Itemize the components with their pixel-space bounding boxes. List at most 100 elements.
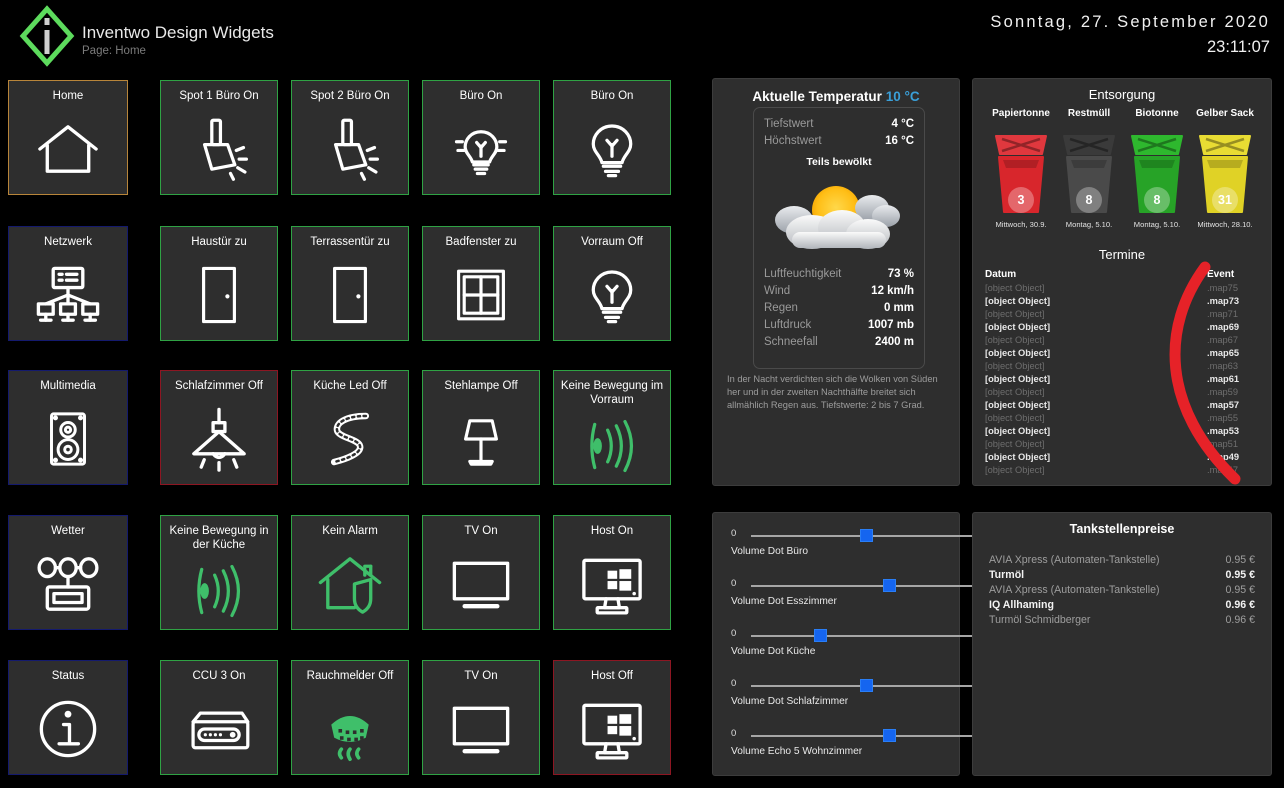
device-tile[interactable]: Büro On <box>422 80 540 195</box>
device-tile[interactable]: Host On <box>553 515 671 630</box>
termine-row-date: [object Object] <box>985 400 1051 410</box>
device-tile[interactable]: Kein Alarm <box>291 515 409 630</box>
fuel-price-row: AVIA Xpress (Automaten-Tankstelle) 0.95 … <box>973 553 1271 568</box>
weather-metric-label: Luftfeuchtigkeit <box>764 268 842 280</box>
slider-handle[interactable] <box>860 529 873 542</box>
device-tile[interactable]: Terrassentür zu <box>291 226 409 341</box>
device-tile[interactable]: Keine Bewegung in der Küche <box>160 515 278 630</box>
slider-label: Volume Dot Büro <box>731 546 809 557</box>
header-bar: Inventwo Design Widgets Page: Home Sonnt… <box>0 0 1284 70</box>
weather-high-value: 16 °C <box>885 135 914 147</box>
slider-track-row[interactable]: 0 100 <box>731 527 1007 543</box>
device-tile[interactable]: Spot 1 Büro On <box>160 80 278 195</box>
sidebar-item-netzwerk[interactable]: Netzwerk <box>8 226 128 341</box>
termine-row: [object Object] .map65 <box>973 347 1271 360</box>
weather-metric-label: Luftdruck <box>764 319 812 331</box>
termine-row-date: [object Object] <box>985 296 1051 306</box>
device-tile[interactable]: Spot 2 Büro On <box>291 80 409 195</box>
termine-title: Termine <box>1098 247 1146 262</box>
door-icon <box>292 249 408 340</box>
device-tile-label: CCU 3 On <box>192 670 246 682</box>
slider-label-row: Volume Echo 5 Wohnzimmer 60 <box>731 744 1007 759</box>
weather-low-row: Tiefstwert 4 °C <box>754 116 924 133</box>
device-tile[interactable]: TV On <box>422 515 540 630</box>
device-tile[interactable]: Büro On <box>553 80 671 195</box>
slider-track-row[interactable]: 0 100 <box>731 677 1007 693</box>
slider-min-label: 0 <box>731 528 737 539</box>
slider-handle[interactable] <box>883 579 896 592</box>
device-tile[interactable]: Küche Led Off <box>291 370 409 485</box>
info-circle-icon <box>9 683 127 774</box>
termine-row: [object Object] .map71 <box>973 308 1271 321</box>
slider-handle[interactable] <box>883 729 896 742</box>
fuel-price-row: Turmöl Schmidberger 0.96 € <box>973 613 1271 628</box>
slider-track-row[interactable]: 0 100 <box>731 627 1007 643</box>
sidebar-item-home[interactable]: Home <box>8 80 128 195</box>
spotlight-icon <box>292 103 408 194</box>
device-tile-label: Terrassentür zu <box>310 236 390 248</box>
fuel-station-price: 0.96 € <box>1225 614 1255 626</box>
termine-row-event: .map69 <box>1207 322 1240 332</box>
slider-rail[interactable] <box>751 585 981 587</box>
speaker-icon <box>9 393 127 484</box>
volume-slider[interactable]: 0 100 Volume Dot Esszimmer 60 <box>731 577 1007 609</box>
sidebar-item-wetter[interactable]: Wetter <box>8 515 128 630</box>
weather-metric-label: Schneefall <box>764 336 818 348</box>
device-tile[interactable]: Host Off <box>553 660 671 775</box>
device-tile[interactable]: Haustür zu <box>160 226 278 341</box>
weather-high-label: Höchstwert <box>764 135 822 147</box>
termine-row-date: [object Object] <box>985 439 1045 449</box>
waste-bin-name: Biotonne <box>1135 108 1179 119</box>
current-time: 23:11:07 <box>1206 38 1270 56</box>
slider-track-row[interactable]: 0 100 <box>731 727 1007 743</box>
slider-rail[interactable] <box>751 735 981 737</box>
weather-detail-box: Tiefstwert 4 °C Höchstwert 16 °C Teils b… <box>753 107 925 369</box>
waste-bin-date: Mittwoch, 28.10. <box>1197 220 1253 229</box>
termine-row-date: [object Object] <box>985 426 1051 436</box>
trash-bin-icon: 8 <box>1123 124 1191 216</box>
weather-high-row: Höchstwert 16 °C <box>754 133 924 150</box>
device-tile[interactable]: Keine Bewegung im Vorraum <box>553 370 671 485</box>
weather-description: In der Nacht verdichten sich die Wolken … <box>727 374 938 410</box>
slider-track-row[interactable]: 0 100 <box>731 577 1007 593</box>
sidebar-item-status[interactable]: Status <box>8 660 128 775</box>
slider-rail[interactable] <box>751 635 981 637</box>
motion-sensor-icon <box>161 552 277 629</box>
volume-slider[interactable]: 0 100 Volume Dot Schlafzimmer 50 <box>731 677 1007 709</box>
termine-row-date: [object Object] <box>985 361 1045 371</box>
bulb-on-icon <box>423 103 539 194</box>
slider-label-row: Volume Dot Büro 50 <box>731 544 1007 559</box>
tv-icon <box>423 538 539 629</box>
volume-slider[interactable]: 0 100 Volume Dot Büro 50 <box>731 527 1007 559</box>
fuel-station-price: 0.95 € <box>1225 569 1255 581</box>
device-tile[interactable]: Badfenster zu <box>422 226 540 341</box>
device-tile[interactable]: Rauchmelder Off <box>291 660 409 775</box>
device-tile[interactable]: TV On <box>422 660 540 775</box>
slider-handle[interactable] <box>814 629 827 642</box>
device-tile[interactable]: CCU 3 On <box>160 660 278 775</box>
device-tile-label: Spot 1 Büro On <box>179 90 259 102</box>
current-date: Sonntag, 27. September 2020 <box>990 13 1270 31</box>
volume-slider[interactable]: 0 100 Volume Echo 5 Wohnzimmer 60 <box>731 727 1007 759</box>
app-title: Inventwo Design Widgets <box>82 23 274 42</box>
device-tile[interactable]: Vorraum Off <box>553 226 671 341</box>
device-tile[interactable]: Stehlampe Off <box>422 370 540 485</box>
termine-row-event: .map53 <box>1207 426 1240 436</box>
termine-row-event: .map67 <box>1207 335 1239 345</box>
sidebar-item-label: Netzwerk <box>44 236 92 248</box>
device-tile[interactable]: Schlafzimmer Off <box>160 370 278 485</box>
entsorgung-title: Entsorgung <box>1088 87 1156 102</box>
device-tile-label: Küche Led Off <box>313 380 387 392</box>
sidebar-item-label: Multimedia <box>40 380 96 392</box>
device-tile-label: Host Off <box>591 670 633 682</box>
led-strip-icon <box>292 393 408 484</box>
slider-handle[interactable] <box>860 679 873 692</box>
page-subtitle: Page: Home <box>82 45 146 57</box>
termine-row-event: .map51 <box>1207 439 1239 449</box>
termine-row-event: .map71 <box>1207 309 1239 319</box>
dashboard-root: Inventwo Design Widgets Page: Home Sonnt… <box>0 0 1284 788</box>
sidebar-item-multimedia[interactable]: Multimedia <box>8 370 128 485</box>
weather-metric-row: Regen 0 mm <box>754 300 924 317</box>
volume-slider[interactable]: 0 100 Volume Dot Küche 30 <box>731 627 1007 659</box>
termine-header-row: Datum Event <box>973 267 1271 282</box>
